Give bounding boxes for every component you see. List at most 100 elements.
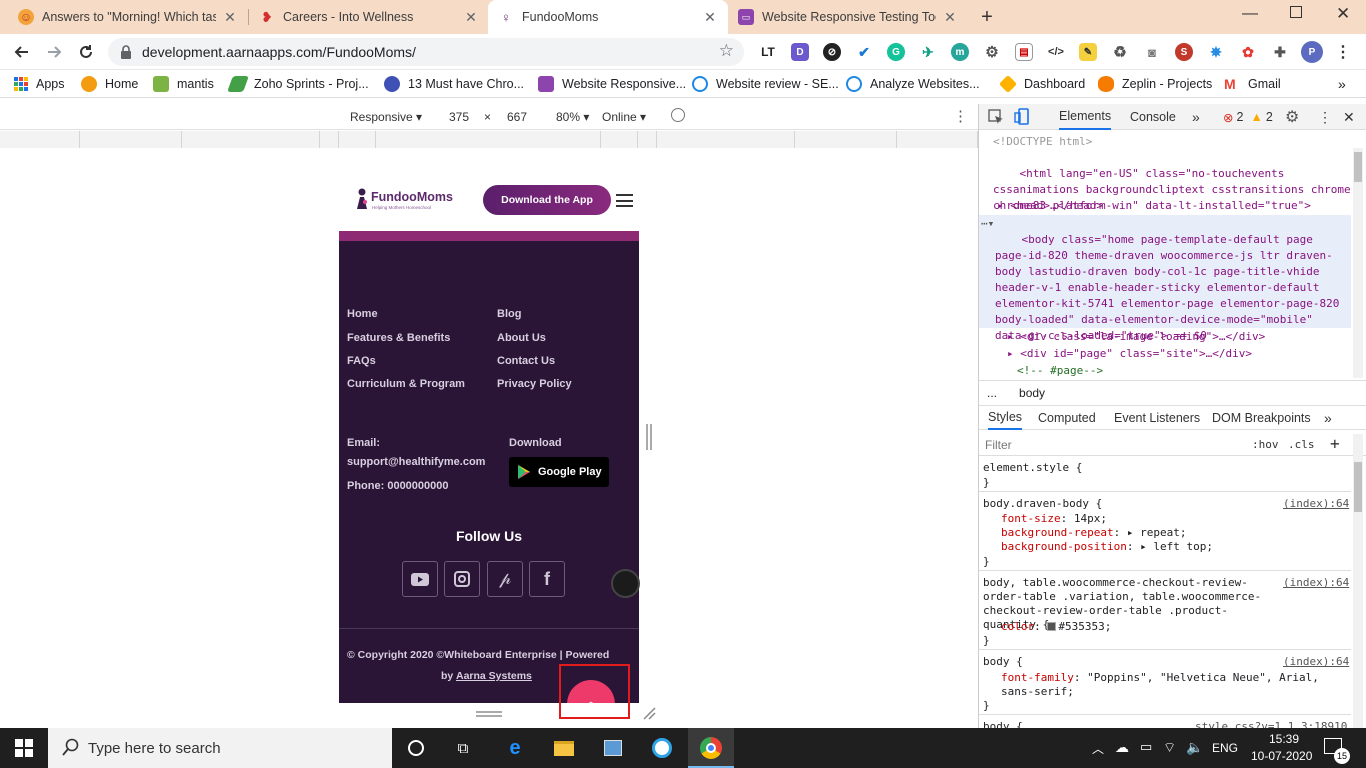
code-icon[interactable]: </> (1047, 43, 1065, 61)
grammarly-icon[interactable]: G (887, 43, 905, 61)
class-toggle[interactable]: .cls (1288, 438, 1315, 451)
bookmark-mantis[interactable]: mantis (153, 70, 214, 98)
hover-state-toggle[interactable]: :hov (1252, 438, 1279, 451)
email-link[interactable]: support@healthifyme.com (347, 456, 485, 468)
close-icon[interactable]: ✕ (702, 9, 718, 26)
lighthouse-icon[interactable]: LT (759, 43, 777, 61)
star-icon[interactable]: ☆ (719, 41, 734, 61)
clock-time[interactable]: 15:39 (1264, 732, 1304, 746)
pinterest-icon[interactable]: 𝓅 (487, 561, 523, 597)
bookmark-website-review[interactable]: Website review - SE... (692, 70, 839, 98)
chrome-taskbar-item[interactable] (688, 728, 734, 768)
tab-elements[interactable]: Elements (1059, 104, 1112, 130)
camera-icon[interactable]: ◙ (1143, 43, 1161, 61)
footer-link-about[interactable]: About Us (497, 332, 546, 344)
more-bookmarks-icon[interactable]: » (1338, 70, 1346, 98)
paint-icon[interactable] (601, 736, 625, 760)
wifi-icon[interactable]: ⌔ (1163, 739, 1176, 757)
recycle-icon[interactable]: ♻ (1111, 43, 1129, 61)
extension-icon[interactable]: ✎ (1079, 43, 1097, 61)
windows-start-icon[interactable] (12, 736, 36, 760)
address-bar[interactable]: development.aarnaapps.com/FundooMoms/ ☆ (108, 38, 744, 66)
resize-handle-right[interactable] (646, 424, 652, 450)
close-icon[interactable]: ✕ (463, 9, 479, 26)
rule-source-link[interactable]: (index):64 (1283, 576, 1349, 590)
rule-source-link[interactable]: (index):64 (1283, 497, 1349, 511)
more-tabs-icon[interactable]: » (1192, 104, 1200, 130)
footer-link-features[interactable]: Features & Benefits (347, 332, 450, 344)
media-query-bar[interactable] (0, 131, 978, 148)
minimize-button[interactable]: — (1242, 5, 1258, 23)
footer-link-contact[interactable]: Contact Us (497, 355, 555, 367)
tab-event-listeners[interactable]: Event Listeners (1114, 406, 1200, 430)
language-indicator[interactable]: ENG (1212, 741, 1238, 755)
tab-careers[interactable]: ❥ Careers - Into Wellness ✕ (249, 0, 489, 34)
breadcrumb-body[interactable]: body (1013, 386, 1051, 400)
footer-link-faqs[interactable]: FAQs (347, 355, 376, 367)
app-icon[interactable] (650, 736, 674, 760)
dom-image-loading-node[interactable]: ▸ <div class="la-image-loading">…</div> (1007, 329, 1366, 345)
window-close-button[interactable]: ✕ (1336, 4, 1350, 24)
bookmark-dashboard[interactable]: Dashboard (998, 70, 1085, 98)
google-play-button[interactable]: Google Play (509, 457, 609, 487)
dom-page-node[interactable]: ▸ <div id="page" class="site">…</div> (1007, 346, 1366, 362)
clock-date[interactable]: 10-07-2020 (1251, 749, 1312, 763)
rule-source-link[interactable]: style.css?v=1.1.3:18910 (1195, 720, 1347, 728)
back-button[interactable] (10, 40, 34, 64)
styles-filter-input[interactable]: Filter (985, 438, 1012, 452)
issues-counter[interactable]: ⊗ 2 ▲ 2 (1223, 104, 1273, 130)
footer-link-curriculum[interactable]: Curriculum & Program (347, 378, 465, 390)
extension-icon[interactable]: D (791, 43, 809, 61)
color-swatch[interactable] (1047, 622, 1057, 631)
tab-styles[interactable]: Styles (988, 406, 1023, 430)
rule-selector[interactable]: element.style { (983, 461, 1082, 475)
checkmark-icon[interactable]: ✔ (855, 43, 873, 61)
onedrive-icon[interactable]: ☁ (1115, 739, 1129, 756)
footer-link-home[interactable]: Home (347, 308, 378, 320)
volume-icon[interactable]: 🔈 (1186, 739, 1203, 756)
rule-selector[interactable]: body.draven-body { (983, 497, 1102, 511)
footer-link-blog[interactable]: Blog (497, 308, 521, 320)
bookmark-chrome-tips[interactable]: 13 Must have Chro... (384, 70, 524, 98)
css-declaration[interactable]: background-position: ▸ left top; (1001, 540, 1213, 554)
height-input[interactable]: 667 (507, 110, 527, 124)
device-toggle-icon[interactable] (1014, 108, 1030, 125)
css-declaration[interactable]: font-family: "Poppins", "Helvetica Neue"… (1001, 671, 1341, 699)
new-rule-icon[interactable]: + (1330, 434, 1340, 453)
css-declaration[interactable]: font-size: 14px; (1001, 512, 1107, 526)
tab-dom-breakpoints[interactable]: DOM Breakpoints (1212, 406, 1311, 430)
file-explorer-icon[interactable] (552, 736, 576, 760)
close-icon[interactable]: ✕ (942, 9, 958, 26)
show-hidden-icons[interactable]: ︿ (1092, 740, 1104, 757)
rule-selector[interactable]: body { (983, 720, 1023, 728)
dom-comment[interactable]: <!-- #page--> (1017, 363, 1366, 379)
css-declaration[interactable]: background-repeat: ▸ repeat; (1001, 526, 1186, 540)
resize-corner-icon[interactable] (642, 706, 656, 720)
settings-gear-icon[interactable]: ⚙ (1285, 104, 1299, 130)
more-icon[interactable]: ⋮ (1334, 43, 1352, 61)
styles-scrollbar[interactable] (1353, 434, 1363, 728)
forward-button[interactable] (42, 40, 66, 64)
youtube-icon[interactable] (402, 561, 438, 597)
new-tab-button[interactable]: + (976, 6, 998, 28)
bookmark-gmail[interactable]: M Gmail (1224, 70, 1281, 98)
extension-icon[interactable]: ▤ (1015, 43, 1033, 61)
aarna-systems-link[interactable]: Aarna Systems (456, 670, 532, 682)
instagram-icon[interactable] (444, 561, 480, 597)
profile-avatar[interactable]: P (1301, 41, 1323, 63)
more-options-icon[interactable]: ⋮ (953, 107, 968, 125)
tab-responsive-tool[interactable]: ▭ Website Responsive Testing Tool ✕ (728, 0, 968, 34)
facebook-icon[interactable]: f (529, 561, 565, 597)
rule-selector[interactable]: body { (983, 655, 1023, 669)
rule-source-link[interactable]: (index):64 (1283, 655, 1349, 669)
tab-answers[interactable]: ☺ Answers to "Morning! Which task ✕ (8, 0, 248, 34)
task-view-icon[interactable]: ⧉ (451, 736, 475, 760)
network-select[interactable]: Online ▾ (602, 110, 646, 124)
footer-link-privacy[interactable]: Privacy Policy (497, 378, 572, 390)
rotate-icon[interactable] (671, 108, 685, 122)
bookmark-zoho[interactable]: Zoho Sprints - Proj... (227, 70, 369, 98)
puzzle-icon[interactable]: ✚ (1271, 43, 1289, 61)
width-input[interactable]: 375 (449, 110, 469, 124)
zoom-select[interactable]: 80% ▾ (556, 110, 589, 124)
dom-doctype[interactable]: <!DOCTYPE html> (993, 134, 1365, 150)
